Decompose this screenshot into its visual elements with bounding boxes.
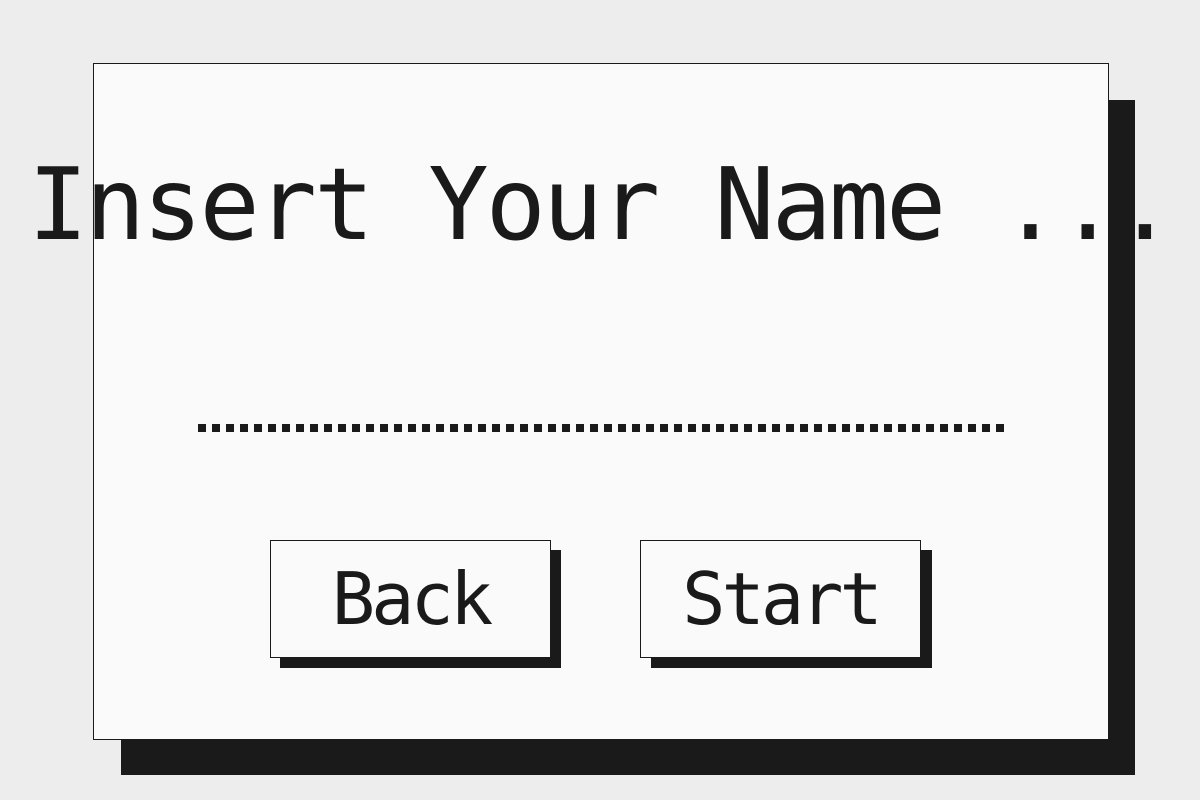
name-input[interactable]	[198, 400, 1004, 440]
start-button[interactable]: Start	[640, 540, 921, 658]
back-button[interactable]: Back	[270, 540, 551, 658]
name-input-dotted-underline	[198, 424, 1004, 432]
dialog-title: Insert Your Name ...	[27, 146, 1175, 263]
